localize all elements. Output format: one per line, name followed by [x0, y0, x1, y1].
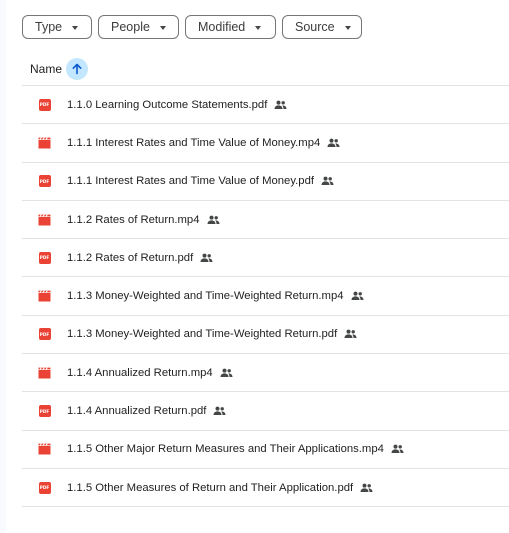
file-name: 1.1.1 Interest Rates and Time Value of M…	[67, 136, 321, 149]
pdf-badge: PDF	[38, 328, 51, 341]
file-row[interactable]: PDF 1.1.1 Interest Rates and Time Value o…	[22, 163, 509, 201]
file-name: 1.1.2 Rates of Return.mp4	[67, 213, 200, 226]
shared-indicator	[327, 138, 340, 148]
shared-indicator	[200, 253, 213, 263]
pdf-file-icon: PDF	[38, 98, 51, 111]
clapperboard-icon	[38, 367, 51, 379]
list-header: Name	[22, 53, 509, 86]
people-filter-label: People	[111, 20, 150, 34]
shared-people-icon	[344, 330, 357, 339]
clapperboard-icon	[38, 290, 51, 302]
shared-indicator	[321, 176, 334, 186]
name-column-header[interactable]: Name	[30, 62, 62, 76]
shared-people-icon	[351, 291, 364, 301]
file-row[interactable]: 1.1.2 Rates of Return.mp4	[22, 201, 509, 240]
shared-indicator	[344, 329, 357, 339]
pdf-file-icon: PDF	[38, 175, 51, 188]
shared-people-icon	[321, 176, 334, 186]
shared-indicator	[274, 100, 287, 110]
shared-indicator	[391, 444, 404, 454]
clapperboard-icon	[38, 137, 51, 149]
video-file-icon	[38, 213, 51, 226]
dropdown-caret-icon	[255, 25, 262, 30]
file-name: 1.1.0 Learning Outcome Statements.pdf	[67, 98, 268, 111]
file-row[interactable]: PDF 1.1.3 Money-Weighted and Time-Weighte…	[22, 316, 509, 355]
dropdown-caret-icon	[72, 25, 79, 30]
video-file-icon	[38, 366, 51, 379]
shared-people-icon	[391, 444, 404, 454]
file-name: 1.1.5 Other Major Return Measures and Th…	[67, 443, 384, 456]
source-filter-label: Source	[295, 20, 335, 34]
type-filter-label: Type	[35, 20, 63, 34]
shared-indicator	[207, 215, 220, 225]
shared-people-icon	[200, 253, 213, 262]
file-row[interactable]: 1.1.1 Interest Rates and Time Value of M…	[22, 124, 509, 163]
file-row[interactable]: 1.1.3 Money-Weighted and Time-Weighted R…	[22, 277, 509, 316]
file-row[interactable]: 1.1.5 Other Major Return Measures and Th…	[22, 431, 509, 469]
pdf-badge: PDF	[38, 481, 51, 494]
source-filter-chip[interactable]: Source	[282, 15, 362, 39]
pdf-badge: PDF	[38, 251, 51, 264]
shared-people-icon	[274, 100, 287, 109]
pdf-badge: PDF	[38, 405, 51, 418]
shared-people-icon	[207, 215, 219, 224]
pdf-file-icon: PDF	[38, 251, 51, 264]
shared-indicator	[360, 483, 373, 493]
pdf-badge: PDF	[38, 98, 51, 111]
file-name: 1.1.2 Rates of Return.pdf	[67, 251, 194, 264]
file-row[interactable]: 1.1.4 Annualized Return.mp4	[22, 354, 509, 393]
modified-filter-label: Modified	[198, 20, 246, 34]
shared-people-icon	[360, 483, 373, 492]
shared-indicator	[351, 291, 364, 301]
file-row[interactable]: PDF 1.1.2 Rates of Return.pdf	[22, 239, 509, 278]
file-row[interactable]: PDF 1.1.4 Annualized Return.pdf	[22, 392, 509, 431]
shared-indicator	[220, 368, 233, 378]
video-file-icon	[38, 443, 51, 456]
arrow-up-icon	[72, 63, 82, 75]
video-file-icon	[38, 136, 51, 149]
shared-people-icon	[213, 406, 226, 416]
file-name: 1.1.1 Interest Rates and Time Value of M…	[67, 175, 314, 188]
pdf-badge: PDF	[38, 175, 51, 188]
file-name: 1.1.5 Other Measures of Return and Their…	[67, 481, 354, 494]
people-filter-chip[interactable]: People	[98, 15, 179, 39]
dropdown-caret-icon	[159, 25, 166, 30]
shared-indicator	[213, 406, 226, 416]
file-name: 1.1.3 Money-Weighted and Time-Weighted R…	[67, 328, 338, 341]
video-file-icon	[38, 290, 51, 303]
file-rows: PDF 1.1.0 Learning Outcome Statements.pdf…	[22, 86, 509, 508]
file-list-page: Type People Modified Source Name PDF 1.1.…	[6, 0, 509, 533]
clapperboard-icon	[38, 443, 51, 455]
sort-ascending-button[interactable]	[66, 58, 89, 80]
file-name: 1.1.4 Annualized Return.mp4	[67, 366, 213, 379]
pdf-file-icon: PDF	[38, 405, 51, 418]
filter-chips: Type People Modified Source	[22, 15, 362, 41]
file-name: 1.1.3 Money-Weighted and Time-Weighted R…	[67, 290, 344, 303]
file-name: 1.1.4 Annualized Return.pdf	[67, 405, 207, 418]
dropdown-caret-icon	[344, 25, 351, 30]
pdf-file-icon: PDF	[38, 328, 51, 341]
modified-filter-chip[interactable]: Modified	[185, 15, 276, 39]
shared-people-icon	[220, 368, 233, 377]
file-row[interactable]: PDF 1.1.0 Learning Outcome Statements.pdf	[22, 86, 509, 125]
type-filter-chip[interactable]: Type	[22, 15, 92, 39]
clapperboard-icon	[38, 214, 51, 226]
pdf-file-icon: PDF	[38, 481, 51, 494]
file-row[interactable]: PDF 1.1.5 Other Measures of Return and Th…	[22, 469, 509, 508]
shared-people-icon	[327, 138, 340, 147]
